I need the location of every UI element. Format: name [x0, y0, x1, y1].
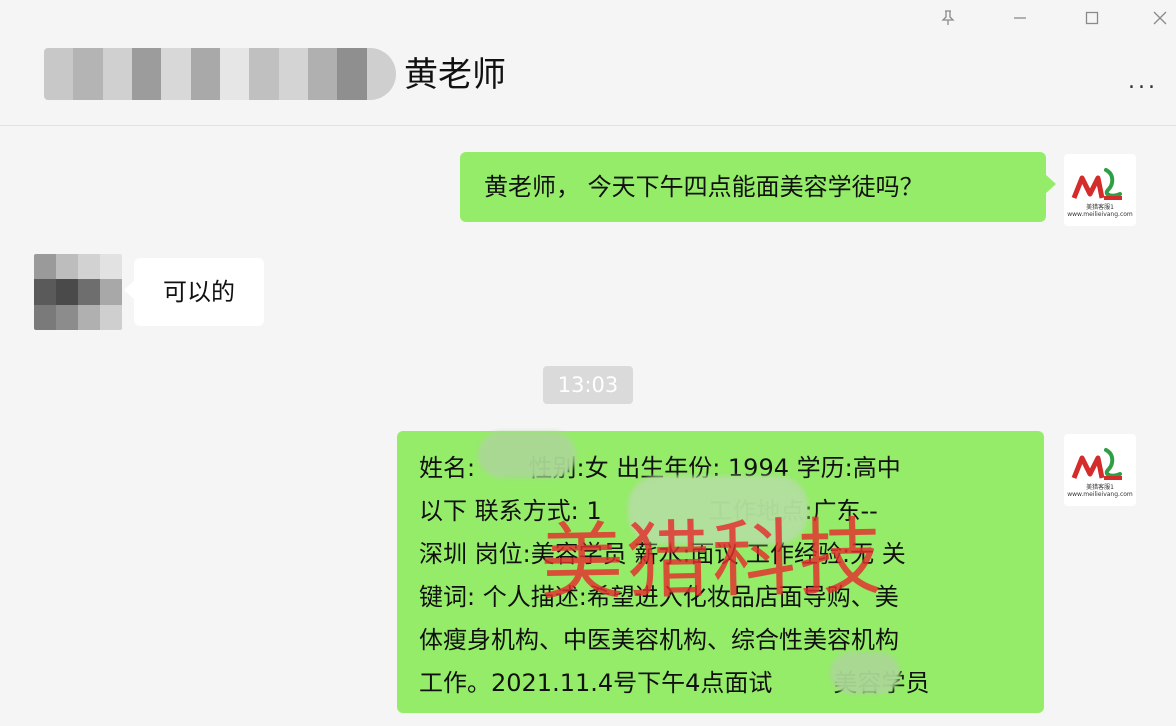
minimize-icon[interactable]	[1002, 4, 1038, 32]
chat-title: 黄老师	[404, 55, 506, 95]
self-avatar[interactable]: 美猎客服1 www.meilieivang.com	[1064, 154, 1136, 226]
logo-caption-line2: www.meilieivang.com	[1067, 211, 1133, 218]
received-message-bubble[interactable]: 可以的	[124, 258, 264, 326]
resume-line: 键词: 个人描述:希望进入化妆品店面导购、美	[419, 583, 899, 611]
logo-caption-line2: www.meilieivang.com	[1067, 491, 1133, 498]
resume-line: 工作。2021.11.4号下午4点面试 美容学员	[419, 669, 930, 697]
logo-caption: 美猎客服1 www.meilieivang.com	[1064, 484, 1136, 498]
close-icon[interactable]	[1142, 4, 1176, 32]
redacted-contact-name	[44, 48, 396, 100]
logo-caption-line1: 美猎客服1	[1086, 484, 1114, 491]
message-timestamp: 13:03	[543, 366, 633, 404]
sent-message-bubble[interactable]: 黄老师， 今天下午四点能面美容学徒吗？	[460, 152, 1056, 222]
self-avatar[interactable]: 美猎客服1 www.meilieivang.com	[1064, 434, 1136, 506]
redaction-blur	[478, 432, 576, 478]
logo-caption: 美猎客服1 www.meilieivang.com	[1064, 204, 1136, 218]
resume-line: 体瘦身机构、中医美容机构、综合性美容机构	[419, 626, 899, 654]
contact-avatar[interactable]	[34, 254, 122, 330]
redaction-blur	[830, 652, 900, 694]
chat-header: 黄老师 ...	[0, 0, 1176, 126]
redaction-blur	[628, 476, 808, 544]
logo-caption-line1: 美猎客服1	[1086, 204, 1114, 211]
maximize-icon[interactable]	[1074, 4, 1110, 32]
pin-icon[interactable]	[930, 4, 966, 32]
more-options-button[interactable]: ...	[1128, 70, 1172, 94]
